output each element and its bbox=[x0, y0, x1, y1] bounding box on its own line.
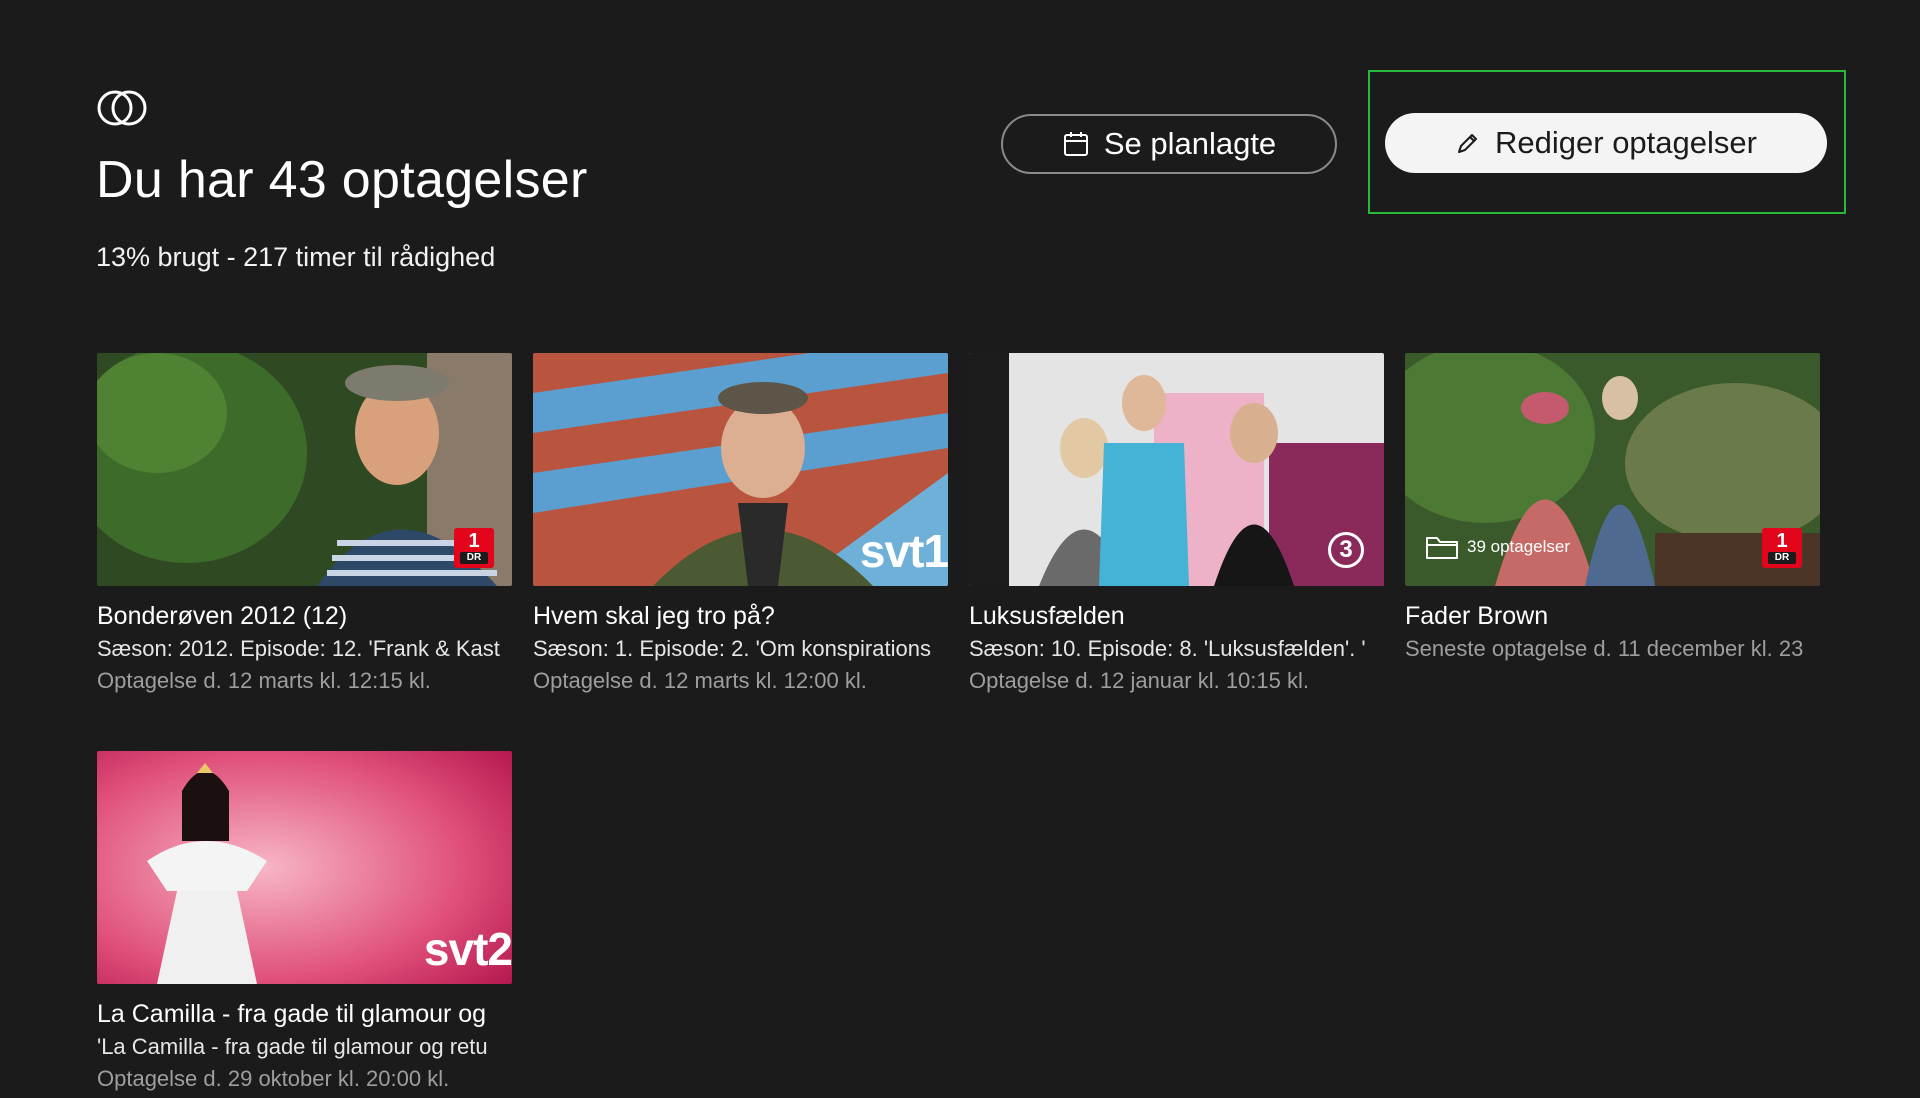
recording-series-card[interactable]: 39 optagelser 1 DR Fader Brown Seneste o… bbox=[1405, 353, 1820, 668]
recording-card[interactable]: svt1 Hvem skal jeg tro på? Sæson: 1. Epi… bbox=[533, 353, 948, 700]
thumbnail-image bbox=[97, 353, 512, 586]
recording-date: Optagelse d. 29 oktober kl. 20:00 kl. bbox=[97, 1066, 450, 1091]
folder-icon bbox=[1426, 537, 1458, 559]
recording-thumbnail: 1 DR bbox=[97, 353, 512, 586]
recording-card[interactable]: 3 Luksusfælden Sæson: 10. Episode: 8. 'L… bbox=[969, 353, 1384, 700]
svt2-channel-logo: svt2 bbox=[423, 923, 512, 975]
recording-thumbnail: 39 optagelser 1 DR bbox=[1405, 353, 1820, 586]
recording-title: Bonderøven 2012 (12) bbox=[97, 602, 348, 630]
recording-title: La Camilla - fra gade til glamour og bbox=[97, 1000, 487, 1028]
dr1-channel-logo: 1 DR bbox=[1762, 528, 1802, 568]
dr1-channel-logo: 1 DR bbox=[454, 528, 494, 568]
recording-title: Luksusfælden bbox=[969, 602, 1125, 630]
recording-thumbnail: 3 bbox=[969, 353, 1384, 586]
recording-title: Hvem skal jeg tro på? bbox=[533, 602, 775, 630]
recording-episode: Sæson: 10. Episode: 8. 'Luksusfælden'. ' bbox=[969, 636, 1366, 661]
recording-card[interactable]: svt2 La Camilla - fra gade til glamour o… bbox=[97, 751, 512, 1098]
recording-thumbnail: svt2 bbox=[97, 751, 512, 984]
series-count: 39 optagelser bbox=[1467, 537, 1571, 556]
tv3-channel-logo: 3 bbox=[1328, 532, 1364, 568]
svt1-channel-logo: svt1 bbox=[859, 525, 948, 577]
recording-date: Optagelse d. 12 januar kl. 10:15 kl. bbox=[969, 668, 1309, 693]
series-folder-indicator: 39 optagelser bbox=[1425, 534, 1570, 560]
recording-date: Optagelse d. 12 marts kl. 12:00 kl. bbox=[533, 668, 867, 693]
recording-episode: Sæson: 2012. Episode: 12. 'Frank & Kast bbox=[97, 636, 500, 661]
recording-episode: 'La Camilla - fra gade til glamour og re… bbox=[97, 1034, 488, 1059]
recording-episode: Sæson: 1. Episode: 2. 'Om konspirations bbox=[533, 636, 931, 661]
recording-thumbnail: svt1 bbox=[533, 353, 948, 586]
recording-date: Optagelse d. 12 marts kl. 12:15 kl. bbox=[97, 668, 431, 693]
recording-title: Fader Brown bbox=[1405, 602, 1549, 630]
recording-card[interactable]: 1 DR Bonderøven 2012 (12) Sæson: 2012. E… bbox=[97, 353, 512, 700]
recording-latest-date: Seneste optagelse d. 11 december kl. 23 bbox=[1405, 636, 1804, 661]
thumbnail-image bbox=[969, 353, 1384, 586]
